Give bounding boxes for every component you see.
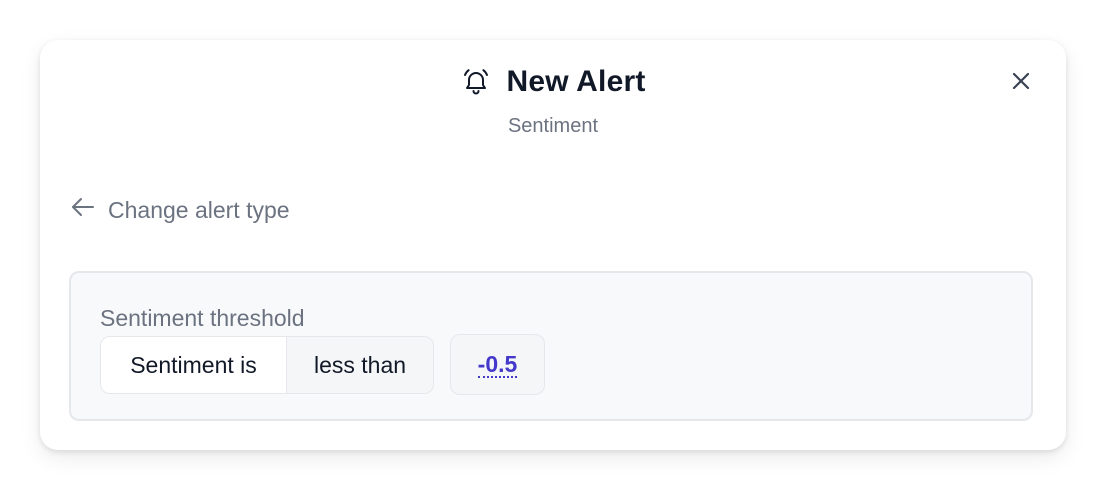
title-row: New Alert xyxy=(460,62,645,102)
threshold-panel: Sentiment threshold Sentiment is less th… xyxy=(69,271,1033,421)
operator-select[interactable]: less than xyxy=(286,337,433,393)
close-button[interactable] xyxy=(1006,68,1036,98)
modal-subtitle: Sentiment xyxy=(507,115,599,137)
arrow-left-icon xyxy=(70,196,96,224)
threshold-label: Sentiment threshold xyxy=(100,305,305,331)
threshold-value[interactable]: -0.5 xyxy=(477,352,518,378)
change-alert-type-link[interactable]: Change alert type xyxy=(70,196,290,224)
subject-segment: Sentiment is xyxy=(101,337,286,393)
change-alert-type-label[interactable]: Change alert type xyxy=(108,197,290,224)
bell-icon xyxy=(460,66,492,98)
condition-segment-group: Sentiment is less than xyxy=(100,336,434,394)
modal-header: New Alert Sentiment xyxy=(40,62,1066,138)
modal-title: New Alert xyxy=(506,65,646,98)
close-icon[interactable] xyxy=(1010,70,1032,97)
new-alert-modal: New Alert Sentiment Change alert type Se… xyxy=(40,40,1066,450)
threshold-value-field[interactable]: -0.5 xyxy=(450,334,545,395)
